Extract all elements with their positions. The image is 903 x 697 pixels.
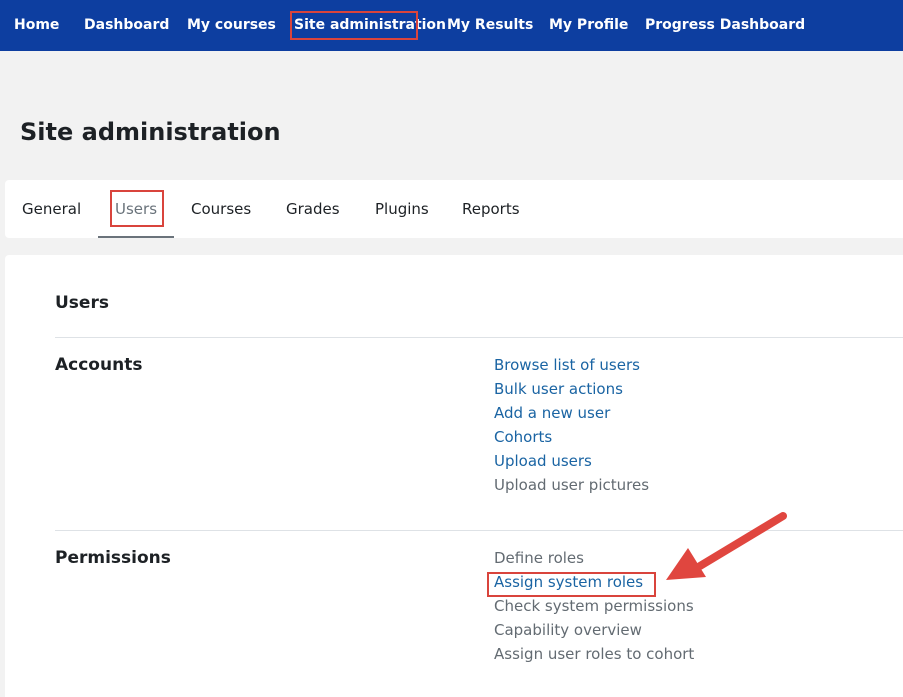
- admin-tab-bar: General Users Courses Grades Plugins Rep…: [5, 180, 903, 238]
- top-navigation-bar: Home Dashboard My courses Site administr…: [0, 0, 903, 51]
- permissions-link-list: Define roles Assign system roles Check s…: [494, 546, 694, 666]
- nav-my-courses[interactable]: My courses: [187, 0, 276, 51]
- page-title: Site administration: [20, 118, 281, 146]
- accounts-heading: Accounts: [55, 355, 143, 375]
- tab-users[interactable]: Users: [115, 180, 157, 238]
- section-title: Users: [55, 293, 109, 313]
- tab-reports[interactable]: Reports: [462, 180, 520, 238]
- active-tab-indicator: [98, 236, 174, 238]
- nav-progress-dashboard[interactable]: Progress Dashboard: [645, 0, 805, 51]
- nav-site-administration[interactable]: Site administration: [294, 0, 446, 51]
- link-capability-overview[interactable]: Capability overview: [494, 621, 642, 639]
- link-cohorts[interactable]: Cohorts: [494, 428, 552, 446]
- link-upload-users[interactable]: Upload users: [494, 452, 592, 470]
- link-upload-user-pictures[interactable]: Upload user pictures: [494, 476, 649, 494]
- nav-dashboard[interactable]: Dashboard: [84, 0, 169, 51]
- tab-general[interactable]: General: [22, 180, 81, 238]
- users-settings-card: Users Accounts Browse list of users Bulk…: [5, 255, 903, 697]
- link-assign-system-roles[interactable]: Assign system roles: [494, 573, 643, 591]
- tab-grades[interactable]: Grades: [286, 180, 340, 238]
- link-define-roles[interactable]: Define roles: [494, 549, 584, 567]
- nav-home[interactable]: Home: [14, 0, 59, 51]
- link-bulk-user-actions[interactable]: Bulk user actions: [494, 380, 623, 398]
- tab-plugins[interactable]: Plugins: [375, 180, 429, 238]
- divider: [55, 530, 903, 531]
- nav-my-profile[interactable]: My Profile: [549, 0, 628, 51]
- link-browse-list-of-users[interactable]: Browse list of users: [494, 356, 640, 374]
- permissions-heading: Permissions: [55, 548, 171, 568]
- nav-my-results[interactable]: My Results: [447, 0, 533, 51]
- link-check-system-permissions[interactable]: Check system permissions: [494, 597, 694, 615]
- link-add-new-user[interactable]: Add a new user: [494, 404, 610, 422]
- divider: [55, 337, 903, 338]
- link-assign-user-roles-to-cohort[interactable]: Assign user roles to cohort: [494, 645, 694, 663]
- accounts-link-list: Browse list of users Bulk user actions A…: [494, 353, 649, 497]
- tab-courses[interactable]: Courses: [191, 180, 251, 238]
